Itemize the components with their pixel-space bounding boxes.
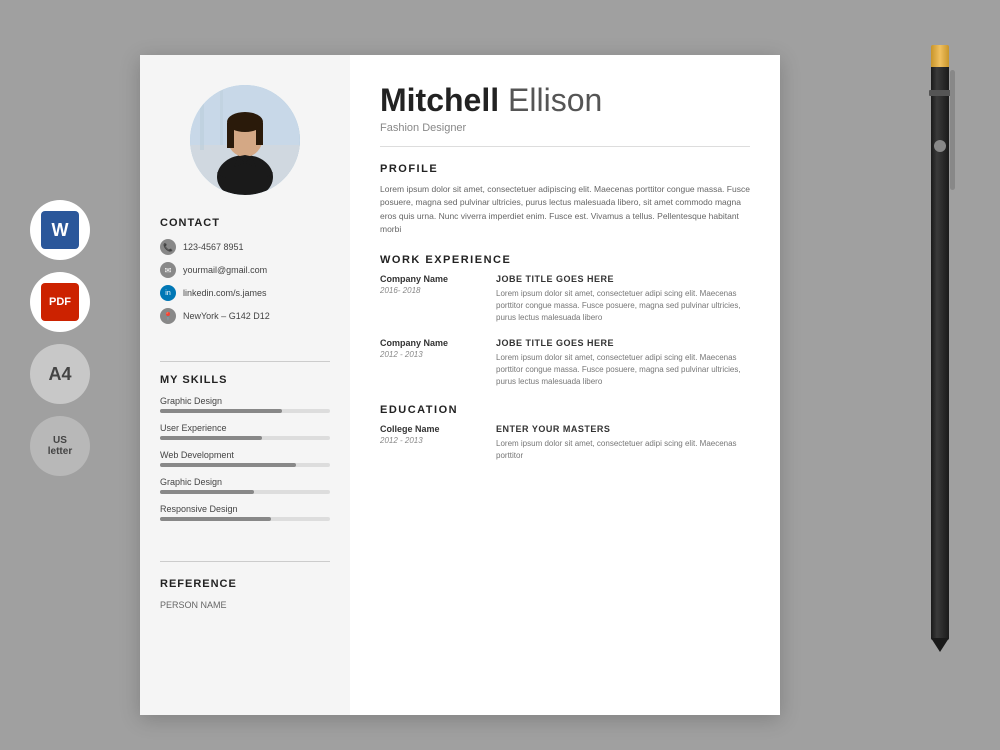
profile-title: PROFILE	[380, 163, 750, 175]
reference-person-label: PERSON NAME	[160, 600, 330, 610]
linkedin-text: linkedin.com/s.james	[183, 288, 267, 298]
location-icon: 📍	[160, 308, 176, 324]
skill-bar-fill	[160, 409, 282, 413]
skill-bar-fill	[160, 490, 254, 494]
profile-photo	[190, 85, 300, 195]
company-name: Company Name	[380, 274, 480, 284]
skills-section: MY SKILLS Graphic Design User Experience…	[160, 374, 330, 531]
work-left: Company Name 2016- 2018	[380, 274, 480, 324]
name-divider	[380, 146, 750, 147]
company-name: Company Name	[380, 338, 480, 348]
skill-name: Responsive Design	[160, 504, 330, 514]
avatar-svg	[190, 85, 300, 195]
word-icon: W	[41, 211, 79, 249]
cv-name: Mitchell Ellison	[380, 83, 750, 118]
email-text: yourmail@gmail.com	[183, 265, 267, 275]
work-entries-list: Company Name 2016- 2018 JOBE TITLE GOES …	[380, 274, 750, 388]
contact-title: CONTACT	[160, 217, 330, 229]
skill-item: Web Development	[160, 450, 330, 467]
skill-bar-fill	[160, 436, 262, 440]
job-desc: Lorem ipsum dolor sit amet, consectetuer…	[496, 352, 750, 388]
cv-first-name: Mitchell	[380, 82, 499, 118]
pen-body	[931, 60, 949, 640]
skill-item: Graphic Design	[160, 396, 330, 413]
contact-section: CONTACT 📞 123-4567 8951 ✉ yourmail@gmail…	[160, 217, 330, 331]
profile-text: Lorem ipsum dolor sit amet, consectetuer…	[380, 183, 750, 236]
skill-name: Web Development	[160, 450, 330, 460]
phone-icon: 📞	[160, 239, 176, 255]
cv-job-title: Fashion Designer	[380, 122, 750, 134]
job-title: JOBE TITLE GOES HERE	[496, 338, 750, 348]
email-icon: ✉	[160, 262, 176, 278]
skill-bar-bg	[160, 517, 330, 521]
education-entries-list: College Name 2012 - 2013 ENTER YOUR MAST…	[380, 424, 750, 462]
skill-name: User Experience	[160, 423, 330, 433]
skill-item: Graphic Design	[160, 477, 330, 494]
word-format-badge[interactable]: W	[30, 200, 90, 260]
pdf-format-badge[interactable]: PDF	[30, 272, 90, 332]
contact-email: ✉ yourmail@gmail.com	[160, 262, 330, 278]
phone-text: 123-4567 8951	[183, 242, 244, 252]
edu-right: ENTER YOUR MASTERS Lorem ipsum dolor sit…	[496, 424, 750, 462]
pdf-icon: PDF	[41, 283, 79, 321]
format-icons: W PDF A4 US letter	[30, 200, 90, 476]
skill-name: Graphic Design	[160, 396, 330, 406]
education-section: EDUCATION College Name 2012 - 2013 ENTER…	[380, 404, 750, 462]
cv-left-column: CONTACT 📞 123-4567 8951 ✉ yourmail@gmail…	[140, 55, 350, 715]
profile-section: PROFILE Lorem ipsum dolor sit amet, cons…	[380, 163, 750, 236]
edu-entry: College Name 2012 - 2013 ENTER YOUR MAST…	[380, 424, 750, 462]
work-entry: Company Name 2016- 2018 JOBE TITLE GOES …	[380, 274, 750, 324]
linkedin-icon: in	[160, 285, 176, 301]
education-title: EDUCATION	[380, 404, 750, 416]
skill-bar-bg	[160, 409, 330, 413]
skill-item: User Experience	[160, 423, 330, 440]
pen-logo	[934, 140, 946, 152]
edu-dates: 2012 - 2013	[380, 436, 480, 445]
pen-band	[929, 90, 951, 96]
reference-section: REFERENCE PERSON NAME	[160, 578, 330, 610]
divider-2	[160, 561, 330, 562]
reference-title: REFERENCE	[160, 578, 330, 590]
work-right: JOBE TITLE GOES HERE Lorem ipsum dolor s…	[496, 338, 750, 388]
skill-bar-bg	[160, 463, 330, 467]
skills-title: MY SKILLS	[160, 374, 330, 386]
skill-bar-bg	[160, 490, 330, 494]
job-title: JOBE TITLE GOES HERE	[496, 274, 750, 284]
address-text: NewYork – G142 D12	[183, 311, 270, 321]
edu-left: College Name 2012 - 2013	[380, 424, 480, 462]
work-title: WORK EXPERIENCE	[380, 254, 750, 266]
skill-bar-bg	[160, 436, 330, 440]
divider-1	[160, 361, 330, 362]
a4-format-badge[interactable]: A4	[30, 344, 90, 404]
skill-item: Responsive Design	[160, 504, 330, 521]
work-experience-section: WORK EXPERIENCE Company Name 2016- 2018 …	[380, 254, 750, 388]
us-format-badge[interactable]: US letter	[30, 416, 90, 476]
work-entry: Company Name 2012 - 2013 JOBE TITLE GOES…	[380, 338, 750, 388]
contact-address: 📍 NewYork – G142 D12	[160, 308, 330, 324]
edu-desc: Lorem ipsum dolor sit amet, consectetuer…	[496, 438, 750, 462]
cv-right-column: Mitchell Ellison Fashion Designer PROFIL…	[350, 55, 780, 715]
cv-last-name: Ellison	[508, 82, 602, 118]
work-left: Company Name 2012 - 2013	[380, 338, 480, 388]
cv-document: CONTACT 📞 123-4567 8951 ✉ yourmail@gmail…	[140, 55, 780, 715]
job-desc: Lorem ipsum dolor sit amet, consectetuer…	[496, 288, 750, 324]
work-dates: 2012 - 2013	[380, 350, 480, 359]
degree-title: ENTER YOUR MASTERS	[496, 424, 750, 434]
skill-name: Graphic Design	[160, 477, 330, 487]
photo-container	[160, 85, 330, 195]
contact-linkedin: in linkedin.com/s.james	[160, 285, 330, 301]
contact-phone: 📞 123-4567 8951	[160, 239, 330, 255]
skill-bar-fill	[160, 517, 271, 521]
work-dates: 2016- 2018	[380, 286, 480, 295]
college-name: College Name	[380, 424, 480, 434]
pen-decoration	[910, 60, 970, 700]
skill-bar-fill	[160, 463, 296, 467]
pen-clip	[950, 70, 955, 190]
work-right: JOBE TITLE GOES HERE Lorem ipsum dolor s…	[496, 274, 750, 324]
skills-list: Graphic Design User Experience Web Devel…	[160, 396, 330, 521]
